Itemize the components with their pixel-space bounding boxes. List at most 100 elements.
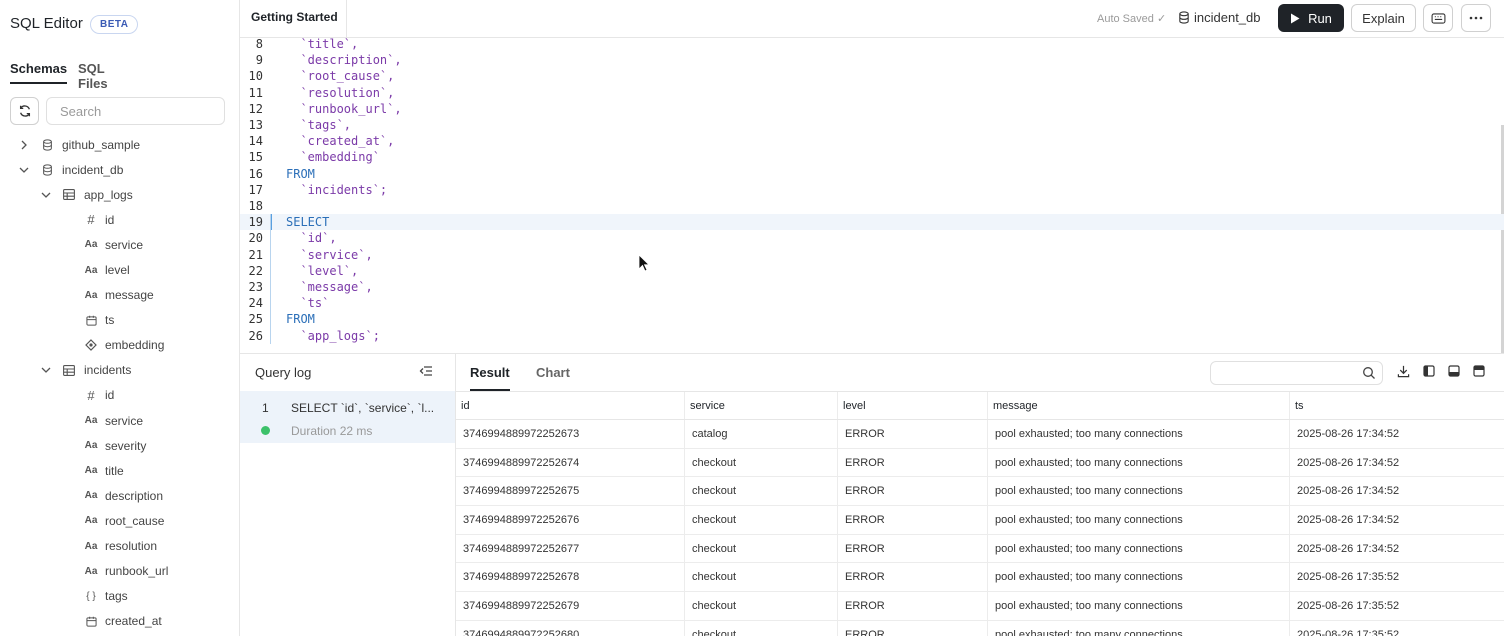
code-line[interactable]: 24 `ts` — [240, 295, 1504, 311]
keyboard-shortcuts-button[interactable] — [1423, 4, 1453, 32]
tree-item-label: app_logs — [84, 187, 133, 202]
table-row[interactable]: 3746994889972252678 checkout ERROR pool exh… — [456, 563, 1504, 593]
layout-left-button[interactable] — [1422, 364, 1436, 378]
layout-bottom-button[interactable] — [1447, 364, 1461, 378]
code-line[interactable]: 23 `message`, — [240, 279, 1504, 295]
check-icon: ✓ — [1156, 13, 1167, 25]
code-line[interactable]: 15 `embedding` — [240, 149, 1504, 165]
table-row[interactable]: 3746994889972252679 checkout ERROR pool exh… — [456, 592, 1504, 621]
column-header[interactable]: level — [838, 392, 988, 419]
layout-top-button[interactable] — [1472, 364, 1486, 378]
code-line[interactable]: 21 `service`, — [240, 247, 1504, 263]
database-icon — [40, 138, 54, 152]
database-selector[interactable]: incident_db — [1178, 10, 1261, 25]
table-cell: ERROR — [838, 448, 988, 477]
table-row[interactable]: 3746994889972252675 checkout ERROR pool exh… — [456, 477, 1504, 507]
collapse-panel-button[interactable] — [419, 365, 433, 380]
code-line[interactable]: 19 SELECT — [240, 214, 1504, 231]
code-line[interactable]: 8 `title`, — [240, 38, 1504, 52]
code-line[interactable]: 20 `id`, — [240, 230, 1504, 246]
line-number: 8 — [255, 38, 263, 51]
query-log-item[interactable]: 1 SELECT `id`, `service`, `l... Duration… — [240, 391, 455, 443]
line-number: 25 — [248, 312, 263, 327]
table-row[interactable]: 3746994889972252677 checkout ERROR pool exh… — [456, 534, 1504, 564]
code-line[interactable]: 12 `runbook_url`, — [240, 101, 1504, 117]
schema-tree: github_sample incident_db app_logs # id Aa ser… — [0, 132, 239, 634]
code-line[interactable]: 16 FROM — [240, 166, 1504, 182]
tree-column-item[interactable]: Aa title — [0, 458, 239, 483]
tree-table-item[interactable]: app_logs — [0, 182, 239, 207]
table-cell: 2025-08-26 17:35:52 — [1297, 628, 1400, 636]
table-row[interactable]: 3746994889972252673 catalog ERROR pool exha… — [456, 420, 1504, 449]
table-cell: checkout — [685, 448, 838, 477]
autosave-status: Auto Saved ✓ — [1097, 12, 1166, 25]
code-text: FROM — [286, 312, 315, 327]
tree-column-item[interactable]: { } tags — [0, 584, 239, 609]
tab-getting-started[interactable]: Getting Started — [240, 0, 347, 38]
table-cell: catalog — [685, 420, 838, 448]
code-line[interactable]: 17 `incidents`; — [240, 182, 1504, 198]
more-options-button[interactable] — [1461, 4, 1491, 32]
column-header[interactable]: id — [456, 392, 685, 419]
tree-column-item[interactable]: Aa resolution — [0, 534, 239, 559]
table-cell: 2025-08-26 17:34:52 — [1297, 513, 1400, 526]
chevron-down-icon[interactable] — [18, 164, 30, 176]
tree-column-item[interactable]: Aa runbook_url — [0, 559, 239, 584]
explain-button[interactable]: Explain — [1351, 4, 1416, 32]
table-row[interactable]: 3746994889972252680 checkout ERROR pool exh… — [456, 620, 1504, 636]
column-header[interactable]: service — [685, 392, 838, 419]
code-line[interactable]: 25 FROM — [240, 311, 1504, 327]
tree-column-item[interactable]: Aa description — [0, 483, 239, 508]
chevron-right-icon[interactable] — [18, 139, 30, 151]
tab-schemas[interactable]: Schemas — [10, 61, 68, 84]
schema-search-input[interactable] — [46, 97, 225, 125]
table-row[interactable]: 3746994889972252676 checkout ERROR pool exh… — [456, 506, 1504, 535]
column-header[interactable]: message — [988, 392, 1290, 419]
tree-column-item[interactable]: Aa severity — [0, 433, 239, 458]
tree-column-item[interactable]: created_at — [0, 609, 239, 634]
sql-editor[interactable]: 8 `title`, 9 `description`, 10 `root_cause… — [240, 38, 1504, 353]
run-button[interactable]: Run — [1278, 4, 1344, 32]
chevron-down-icon[interactable] — [40, 364, 52, 376]
tree-column-item[interactable]: embedding — [0, 333, 239, 358]
table-row[interactable]: 3746994889972252674 checkout ERROR pool exh… — [456, 448, 1504, 478]
code-line[interactable]: 11 `resolution`, — [240, 85, 1504, 101]
code-text: `description`, — [286, 53, 402, 68]
chevron-down-icon[interactable] — [40, 189, 52, 201]
tree-column-item[interactable]: Aa level — [0, 257, 239, 282]
results-table: id service level message ts 37469948899722526… — [456, 391, 1504, 636]
tree-column-item[interactable]: Aa root_cause — [0, 508, 239, 533]
tree-table-item[interactable]: incidents — [0, 358, 239, 383]
code-line[interactable]: 14 `created_at`, — [240, 133, 1504, 149]
refresh-button[interactable] — [10, 97, 39, 125]
code-line[interactable]: 26 `app_logs`; — [240, 328, 1504, 344]
table-cell: 3746994889972252679 — [456, 592, 685, 620]
tree-database-item[interactable]: github_sample — [0, 132, 239, 157]
table-cell: 3746994889972252673 — [456, 420, 685, 448]
text-type-icon: Aa — [84, 415, 98, 427]
code-line[interactable]: 18 — [240, 198, 1504, 214]
tree-item-label: created_at — [105, 614, 162, 629]
code-line[interactable]: 22 `level`, — [240, 263, 1504, 279]
tree-column-item[interactable]: Aa service — [0, 408, 239, 433]
tree-column-item[interactable]: Aa message — [0, 283, 239, 308]
code-line[interactable]: 9 `description`, — [240, 52, 1504, 68]
tab-sql-files[interactable]: SQL Files — [78, 61, 108, 91]
line-number: 18 — [248, 199, 263, 213]
results-search-input[interactable] — [1210, 361, 1383, 385]
tree-column-item[interactable]: ts — [0, 308, 239, 333]
tab-result[interactable]: Result — [470, 365, 510, 391]
tree-database-item[interactable]: incident_db — [0, 157, 239, 182]
table-icon — [62, 363, 76, 377]
download-button[interactable] — [1396, 364, 1410, 378]
table-cell: 3746994889972252674 — [456, 448, 685, 477]
tree-column-item[interactable]: # id — [0, 383, 239, 408]
code-line[interactable]: 10 `root_cause`, — [240, 68, 1504, 84]
tab-chart[interactable]: Chart — [536, 365, 570, 380]
table-cell: 3746994889972252680 — [456, 620, 685, 636]
column-header[interactable]: ts — [1290, 392, 1504, 419]
code-line[interactable]: 13 `tags`, — [240, 117, 1504, 133]
tree-column-item[interactable]: # id — [0, 207, 239, 232]
tree-column-item[interactable]: Aa service — [0, 232, 239, 257]
table-cell: checkout — [685, 592, 838, 620]
